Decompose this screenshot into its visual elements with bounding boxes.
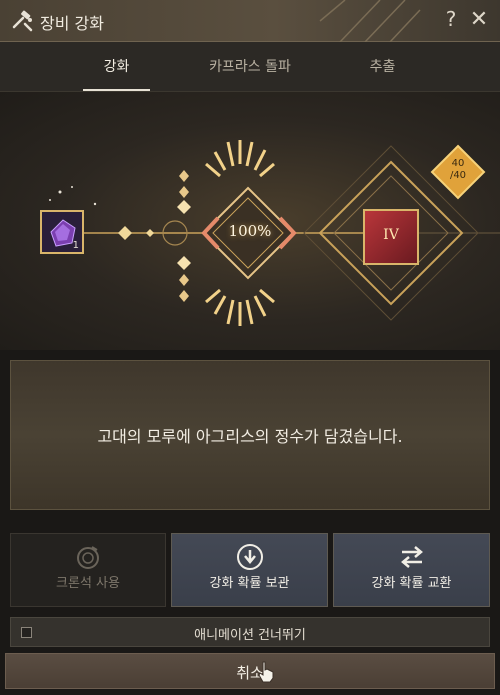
skip-animation-label: 애니메이션 건너뛰기 [194,628,306,643]
help-button[interactable]: ? [440,7,462,33]
result-tier: IV [383,227,399,243]
tab-kapras-breakthrough[interactable]: 카프라스 돌파 [190,42,310,92]
material-slot[interactable]: 1 [40,210,84,254]
title-bar: 장비 강화 ? ✕ [0,0,500,42]
skip-animation-row[interactable]: 애니메이션 건너뛰기 [10,617,490,647]
window-title: 장비 강화 [40,14,104,33]
close-button[interactable]: ✕ [468,7,490,33]
upgrade-stage: 1 100% IV 40 /40 [0,92,500,350]
hammer-icon [12,10,33,32]
tab-enhance[interactable]: 강화 [83,42,150,92]
keep-rate-label: 강화 확률 보관 [209,576,290,591]
upgrade-counter: 40 /40 [440,158,476,182]
keep-rate-button[interactable]: 강화 확률 보관 [171,533,328,607]
counter-max: /40 [449,170,467,181]
hand-cursor-icon [258,661,274,683]
tab-bar: 강화 카프라스 돌파 추출 [0,42,500,92]
download-circle-icon [236,544,263,570]
status-message: 고대의 모루에 아그리스의 정수가 담겼습니다. [97,427,403,446]
swap-rate-button[interactable]: 강화 확률 교환 [333,533,490,607]
title-ornament [319,0,421,42]
swap-arrows-icon [400,546,423,568]
use-chronos-label: 크론석 사용 [56,576,120,591]
cancel-button[interactable]: 취소 [5,653,495,689]
tab-extract[interactable]: 추출 [345,42,420,92]
chronos-stone-icon [77,546,99,569]
result-item-slot[interactable]: IV [363,209,419,265]
cancel-label: 취소 [236,664,264,682]
material-count: 1 [72,240,79,251]
use-chronos-button[interactable]: 크론석 사용 [10,533,166,607]
counter-current: 40 [451,158,465,169]
message-panel: 고대의 모루에 아그리스의 정수가 담겼습니다. [10,360,490,510]
swap-rate-label: 강화 확률 교환 [371,576,452,591]
success-rate: 100% [228,222,272,240]
